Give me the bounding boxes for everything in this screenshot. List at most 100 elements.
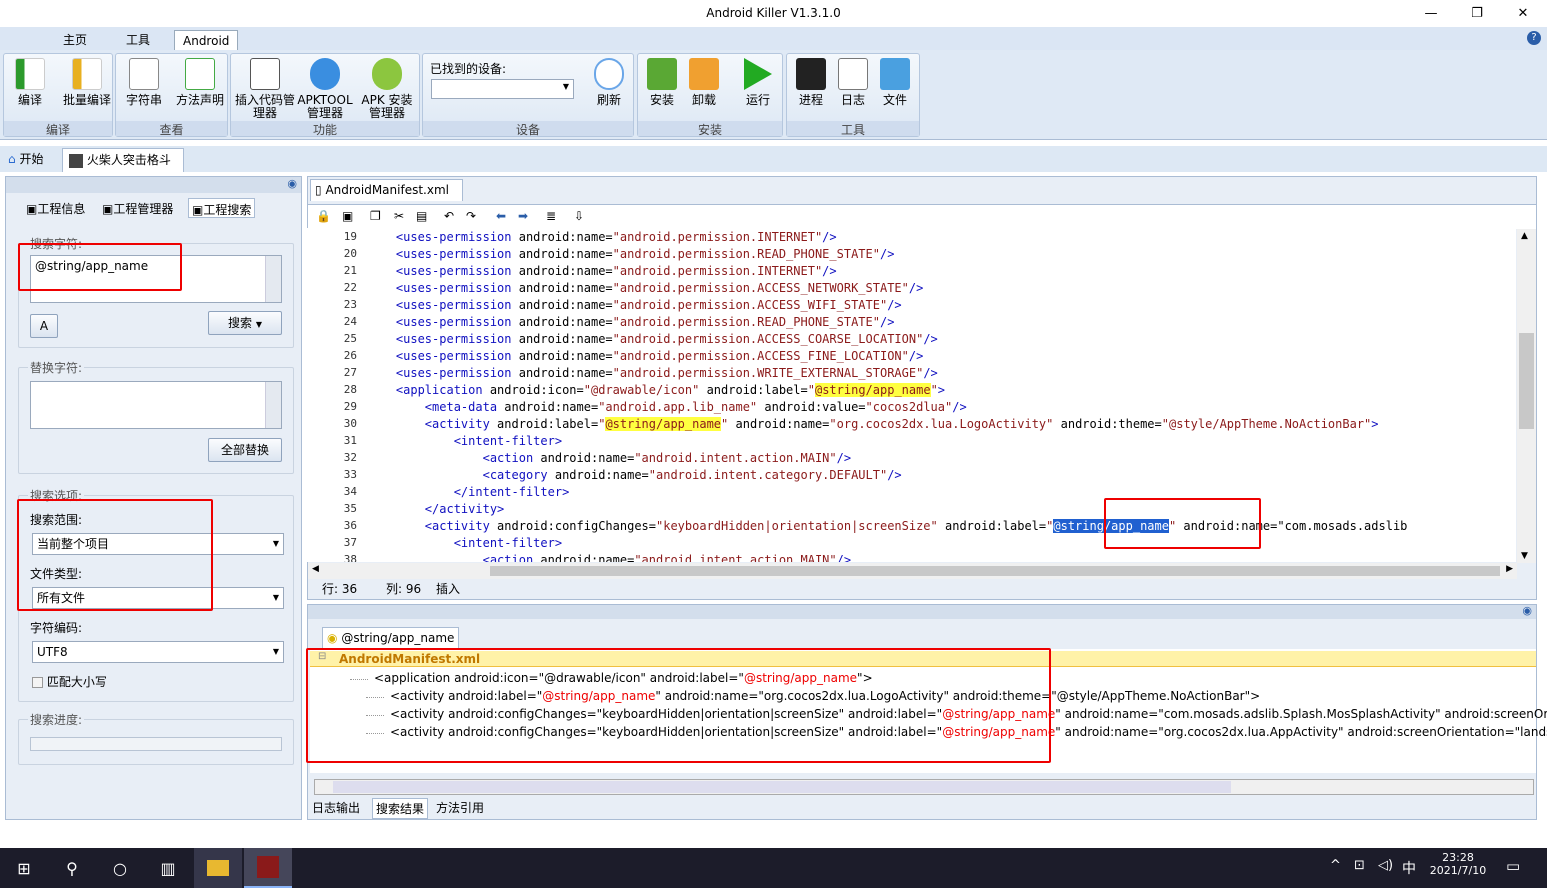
code-line: <uses-permission android:name="android.p… bbox=[395, 230, 837, 244]
strings-button[interactable]: 字符串 bbox=[120, 58, 168, 107]
export-icon[interactable]: ⇩ bbox=[574, 209, 584, 223]
tab-query[interactable]: ◉ @string/app_name bbox=[322, 627, 460, 649]
scroll-thumb[interactable] bbox=[490, 566, 1500, 576]
task-view-icon[interactable]: ▥ bbox=[144, 848, 192, 888]
format-icon[interactable]: ≣ bbox=[546, 209, 556, 223]
line-number: 37 bbox=[343, 536, 357, 549]
line-number: 32 bbox=[343, 451, 357, 464]
scrollbar[interactable] bbox=[265, 256, 281, 302]
tab-tools[interactable]: 工具 bbox=[118, 30, 158, 51]
uninstall-icon bbox=[689, 58, 719, 90]
tab-project[interactable]: 火柴人突击格斗 bbox=[62, 148, 184, 172]
scrollbar[interactable] bbox=[265, 382, 281, 428]
search-button[interactable]: 搜索 ▼ bbox=[208, 311, 282, 335]
code-line: <intent-filter> bbox=[453, 536, 563, 550]
line-number: 33 bbox=[343, 468, 357, 481]
code-editor[interactable]: 19 <uses-permission android:name="androi… bbox=[307, 228, 1516, 562]
bottom-tab-results[interactable]: 搜索结果 bbox=[372, 798, 429, 819]
network-icon[interactable]: ⊡ bbox=[1354, 858, 1365, 873]
code-line: <action android:name="android.intent.act… bbox=[482, 553, 852, 562]
cortana-icon[interactable]: ○ bbox=[96, 848, 144, 888]
tab-home[interactable]: 主页 bbox=[55, 30, 95, 51]
chevron-down-icon: ▼ bbox=[272, 647, 279, 656]
redo-icon[interactable]: ↷ bbox=[466, 209, 476, 223]
device-select[interactable]: ▼ bbox=[431, 79, 574, 99]
close-button[interactable]: ✕ bbox=[1500, 0, 1546, 27]
eye-icon[interactable]: ◉ bbox=[287, 177, 297, 190]
menu-tabs: 主页 工具 Android ? bbox=[0, 27, 1547, 51]
tab-android[interactable]: Android bbox=[174, 30, 239, 51]
group-view: 字符串 方法声明 查看 bbox=[115, 53, 228, 137]
code-line: <uses-permission android:name="android.p… bbox=[395, 281, 924, 295]
line-number: 25 bbox=[343, 332, 357, 345]
tab-project-info[interactable]: ▣工程信息 bbox=[26, 200, 85, 217]
windows-start-icon[interactable]: ⊞ bbox=[0, 848, 48, 888]
save-icon[interactable]: ▣ bbox=[342, 209, 353, 223]
cut-icon[interactable]: ✂ bbox=[394, 209, 404, 223]
line-number: 22 bbox=[343, 281, 357, 294]
compile-button[interactable]: 编译 bbox=[8, 58, 52, 107]
batch-compile-button[interactable]: 批量编译 bbox=[62, 58, 112, 107]
group-device: 已找到的设备: ▼ 刷新 设备 bbox=[422, 53, 634, 137]
scroll-thumb[interactable] bbox=[333, 781, 1231, 793]
match-case-checkbox[interactable]: 匹配大小写 bbox=[32, 673, 107, 690]
apk-install-button[interactable]: APK 安装管理器 bbox=[357, 58, 417, 120]
bottom-tab-method-ref[interactable]: 方法引用 bbox=[436, 799, 484, 816]
horizontal-scrollbar[interactable]: ◀ ▶ bbox=[308, 563, 1517, 579]
font-button[interactable]: A bbox=[30, 314, 58, 338]
apktool-button[interactable]: APKTOOL管理器 bbox=[295, 58, 355, 120]
vertical-scrollbar[interactable]: ▲ ▼ bbox=[1517, 229, 1536, 563]
line-number: 19 bbox=[343, 230, 357, 243]
line-number: 30 bbox=[343, 417, 357, 430]
encoding-select[interactable]: UTF8 ▼ bbox=[32, 641, 284, 663]
forward-icon[interactable]: ➡ bbox=[518, 209, 528, 223]
volume-icon[interactable]: ◁) bbox=[1378, 858, 1393, 873]
log-button[interactable]: 日志 bbox=[833, 58, 873, 107]
refresh-button[interactable]: 刷新 bbox=[589, 58, 629, 107]
tab-androidmanifest[interactable]: ▯ AndroidManifest.xml bbox=[310, 179, 463, 201]
insert-code-button[interactable]: 插入代码管理器 bbox=[235, 58, 295, 120]
scroll-thumb[interactable] bbox=[1519, 333, 1534, 429]
code-line: <meta-data android:name="android.app.lib… bbox=[424, 400, 967, 414]
document-icon: ▯ bbox=[315, 183, 322, 197]
paste-icon[interactable]: ▤ bbox=[416, 209, 427, 223]
chevron-up-icon[interactable]: ^ bbox=[1330, 858, 1341, 873]
search-progress-bar bbox=[30, 737, 282, 751]
line-number: 34 bbox=[343, 485, 357, 498]
notification-icon[interactable]: ▭ bbox=[1506, 857, 1520, 875]
minimize-button[interactable]: — bbox=[1408, 0, 1454, 27]
eye-icon[interactable]: ◉ bbox=[1522, 604, 1532, 617]
search-icon[interactable]: ⚲ bbox=[48, 848, 96, 888]
copy-icon[interactable]: ❐ bbox=[370, 209, 381, 223]
undo-icon[interactable]: ↶ bbox=[444, 209, 454, 223]
window-title: Android Killer V1.3.1.0 bbox=[706, 6, 841, 20]
highlight-box bbox=[306, 648, 1051, 763]
code-line: </activity> bbox=[424, 502, 505, 516]
bottom-tab-log[interactable]: 日志输出 bbox=[312, 799, 360, 816]
tab-start[interactable]: ⌂ 开始 bbox=[2, 148, 60, 172]
tab-project-search[interactable]: ▣工程搜索 bbox=[188, 198, 256, 218]
bulb-icon: ◉ bbox=[327, 631, 338, 645]
line-number: 24 bbox=[343, 315, 357, 328]
replace-input[interactable] bbox=[30, 381, 282, 429]
install-button[interactable]: 安装 bbox=[644, 58, 680, 107]
android-killer-taskbar-icon[interactable] bbox=[244, 848, 292, 888]
tab-project-manager[interactable]: ▣工程管理器 bbox=[102, 200, 173, 217]
file-button[interactable]: 文件 bbox=[875, 58, 915, 107]
log-icon bbox=[838, 58, 868, 90]
help-icon[interactable]: ? bbox=[1527, 31, 1541, 45]
replace-all-button[interactable]: 全部替换 bbox=[208, 438, 282, 462]
clock[interactable]: 23:28 2021/7/10 bbox=[1426, 851, 1490, 877]
back-icon[interactable]: ⬅ bbox=[496, 209, 506, 223]
explorer-icon[interactable] bbox=[194, 848, 242, 888]
maximize-button[interactable]: ❐ bbox=[1454, 0, 1500, 27]
panel-header: ◉ bbox=[308, 604, 1536, 619]
method-decl-button[interactable]: 方法声明 bbox=[176, 58, 224, 107]
ime-indicator[interactable]: 中 bbox=[1402, 858, 1416, 878]
lock-icon[interactable]: 🔒 bbox=[316, 209, 331, 223]
uninstall-button[interactable]: 卸载 bbox=[686, 58, 722, 107]
play-icon bbox=[744, 58, 772, 90]
results-hscrollbar[interactable] bbox=[314, 779, 1534, 795]
run-button[interactable]: 运行 bbox=[738, 58, 778, 107]
process-button[interactable]: 进程 bbox=[791, 58, 831, 107]
